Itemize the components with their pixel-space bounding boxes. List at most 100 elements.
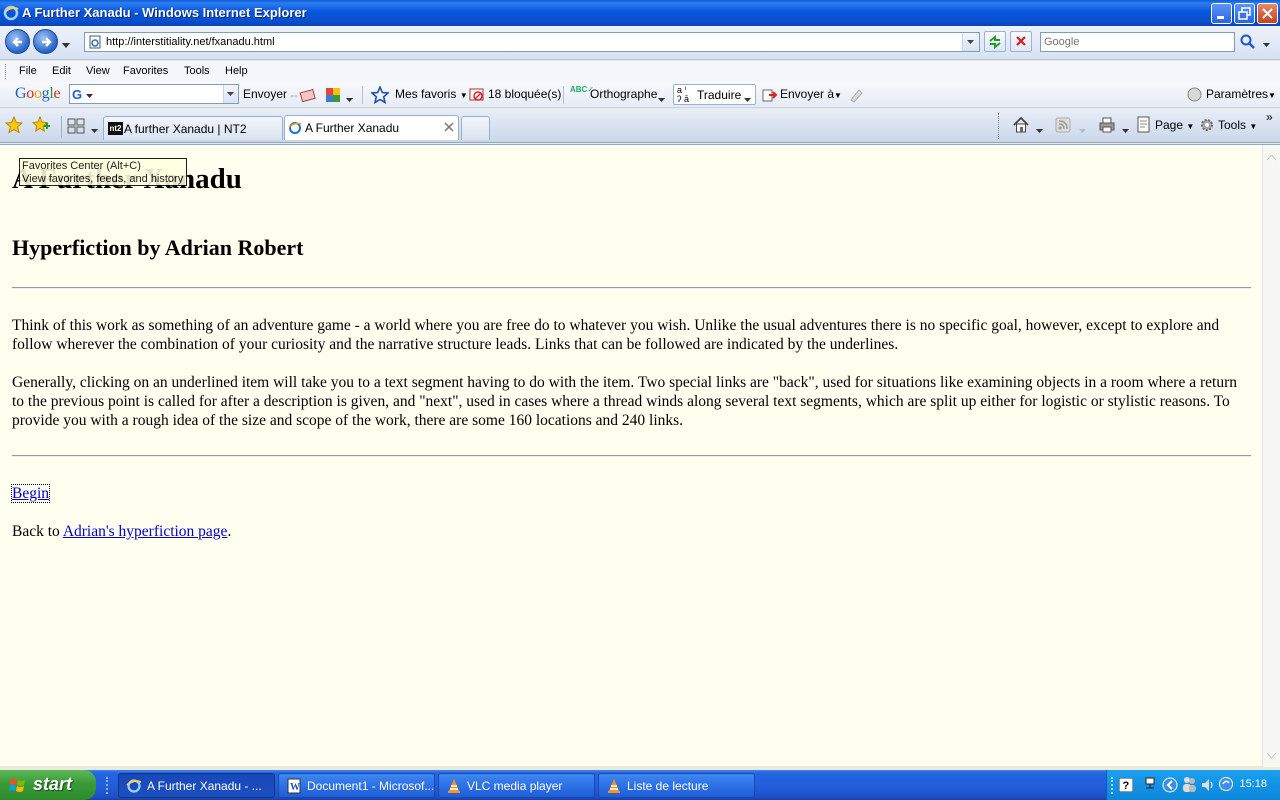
tooltip-description: View favorites, feeds, and history: [22, 173, 184, 185]
orthographe-dropdown-icon[interactable]: [658, 93, 666, 107]
search-options-dropdown-icon[interactable]: [1263, 38, 1271, 52]
page-menu-icon: [1136, 116, 1152, 137]
menu-bar: File Edit View Favorites Tools Help: [0, 61, 1280, 82]
envoyer-a-button[interactable]: Envoyer à▼: [780, 87, 842, 101]
horizontal-rule: [12, 455, 1251, 457]
feeds-icon[interactable]: [1055, 117, 1071, 136]
page-menu-button[interactable]: Page ▼: [1155, 118, 1194, 132]
google-search-dropdown-icon[interactable]: [223, 85, 238, 103]
start-button[interactable]: start: [0, 770, 96, 800]
mes-favoris-button[interactable]: Mes favoris ▼: [395, 87, 468, 101]
google-history-dropdown-icon[interactable]: [86, 89, 94, 103]
back-paragraph: Back to Adrian's hyperfiction page.: [12, 522, 1251, 541]
tools-menu-label: Tools: [1218, 118, 1247, 132]
stop-button[interactable]: [1010, 31, 1032, 52]
google-logo[interactable]: Google: [15, 85, 61, 103]
traduire-button[interactable]: a ⁱʔ ā Traduire: [673, 84, 756, 105]
address-dropdown-icon[interactable]: [962, 33, 979, 51]
bookmarks-icon[interactable]: [324, 86, 342, 107]
ie-page-favicon: [288, 121, 302, 138]
start-label: start: [33, 774, 73, 794]
translate-icon: a ⁱʔ ā: [677, 85, 690, 104]
help-icon[interactable]: ?: [1118, 777, 1134, 795]
home-dropdown-icon[interactable]: [1036, 124, 1044, 138]
home-icon[interactable]: [1012, 116, 1030, 137]
address-url: http://interstitiality.net/fxanadu.html: [106, 36, 275, 48]
back-button[interactable]: [5, 29, 30, 54]
vlc-cone-icon: [606, 778, 622, 797]
menu-file[interactable]: File: [19, 65, 37, 77]
tools-menu-button[interactable]: Tools ▼: [1218, 118, 1257, 132]
tab-list-dropdown-icon[interactable]: [91, 124, 99, 138]
toolbar-separator: [563, 86, 564, 104]
add-to-favorites-icon[interactable]: [31, 115, 50, 137]
search-icon[interactable]: [1240, 34, 1256, 53]
scroll-down-icon[interactable]: [1266, 748, 1277, 762]
network-icon[interactable]: [1143, 776, 1157, 795]
envoyer-a-dropdown-icon: ▼: [834, 91, 842, 100]
show-hidden-icons-icon[interactable]: [1162, 777, 1178, 796]
clock: 15:18: [1239, 778, 1267, 790]
chevron-more-icon[interactable]: »: [1266, 110, 1273, 124]
minimize-button[interactable]: [1211, 3, 1232, 24]
search-box[interactable]: [1040, 32, 1235, 52]
print-dropdown-icon[interactable]: [1122, 124, 1130, 138]
print-icon[interactable]: [1098, 116, 1116, 137]
task-vlc-player[interactable]: VLC media player: [438, 773, 595, 798]
popup-blocked-count[interactable]: 18 bloquée(s): [488, 87, 561, 101]
settings-circle-icon: [1187, 87, 1202, 105]
orthographe-button[interactable]: Orthographe: [590, 87, 657, 101]
address-toolbar: http://interstitiality.net/fxanadu.html: [0, 26, 1280, 60]
task-vlc-playlist[interactable]: Liste de lecture: [598, 773, 755, 798]
menu-favorites[interactable]: Favorites: [123, 65, 168, 77]
scroll-up-icon[interactable]: [1266, 150, 1277, 164]
envoyer-a-label: Envoyer à: [780, 87, 835, 101]
parametres-dropdown-icon: ▼: [1268, 91, 1276, 100]
instructions-paragraph: Generally, clicking on an underlined ite…: [12, 374, 1237, 429]
close-window-button[interactable]: [1257, 3, 1278, 24]
search-input[interactable]: [1044, 36, 1229, 48]
restore-button[interactable]: [1234, 3, 1255, 24]
tools-gear-icon: [1198, 116, 1216, 137]
google-search-field[interactable]: G: [69, 84, 239, 104]
update-icon[interactable]: [1218, 776, 1234, 796]
tab-a-further-xanadu[interactable]: A Further Xanadu: [284, 115, 459, 140]
tab-label: A Further Xanadu: [305, 121, 400, 135]
pagerank-icon[interactable]: [299, 87, 317, 106]
address-field[interactable]: http://interstitiality.net/fxanadu.html: [84, 32, 980, 52]
new-tab-button[interactable]: [461, 116, 490, 140]
tab-nt2[interactable]: nt2 A further Xanadu | NT2: [103, 116, 283, 140]
messenger-icon[interactable]: [1181, 776, 1197, 797]
menu-help[interactable]: Help: [225, 65, 248, 77]
refresh-button[interactable]: [984, 31, 1006, 52]
task-internet-explorer[interactable]: A Further Xanadu - ...: [118, 773, 275, 798]
envoyer-button[interactable]: Envoyer: [243, 87, 287, 101]
google-toolbar: Google G Envoyer ⇔ Mes favoris ▼ 18 bloq…: [0, 82, 1280, 108]
vertical-scrollbar[interactable]: [1262, 145, 1280, 767]
feeds-dropdown-icon[interactable]: [1079, 124, 1087, 138]
bookmarks-dropdown-icon[interactable]: [346, 93, 354, 107]
task-word-document[interactable]: W Document1 - Microsof...: [278, 773, 435, 798]
parametres-label: Paramètres: [1206, 87, 1269, 101]
menu-view[interactable]: View: [86, 65, 110, 77]
page-viewport: A Further Xanadu Hyperfiction by Adrian …: [0, 144, 1280, 767]
begin-link[interactable]: Begin: [10, 484, 51, 503]
star-icon: [370, 84, 390, 107]
volume-icon[interactable]: [1200, 777, 1216, 796]
recent-pages-dropdown-icon[interactable]: [62, 38, 71, 52]
word-document-icon: W: [286, 778, 302, 797]
quick-tabs-icon[interactable]: [67, 118, 85, 137]
menu-tools[interactable]: Tools: [184, 65, 210, 77]
intro-paragraph: Think of this work as something of an ad…: [12, 317, 1220, 353]
close-tab-icon[interactable]: [443, 121, 455, 136]
begin-paragraph: Begin: [10, 484, 51, 503]
favorites-center-star-icon[interactable]: [4, 115, 24, 137]
menu-edit[interactable]: Edit: [52, 65, 71, 77]
traduire-dropdown-icon[interactable]: [744, 93, 752, 107]
back-prefix: Back to: [12, 523, 63, 540]
highlighter-icon[interactable]: [848, 87, 864, 106]
parametres-button[interactable]: Paramètres▼: [1206, 87, 1276, 101]
forward-button[interactable]: [33, 29, 58, 54]
command-bar-grip: [998, 113, 999, 139]
hyperfiction-page-link[interactable]: Adrian's hyperfiction page: [63, 523, 228, 540]
